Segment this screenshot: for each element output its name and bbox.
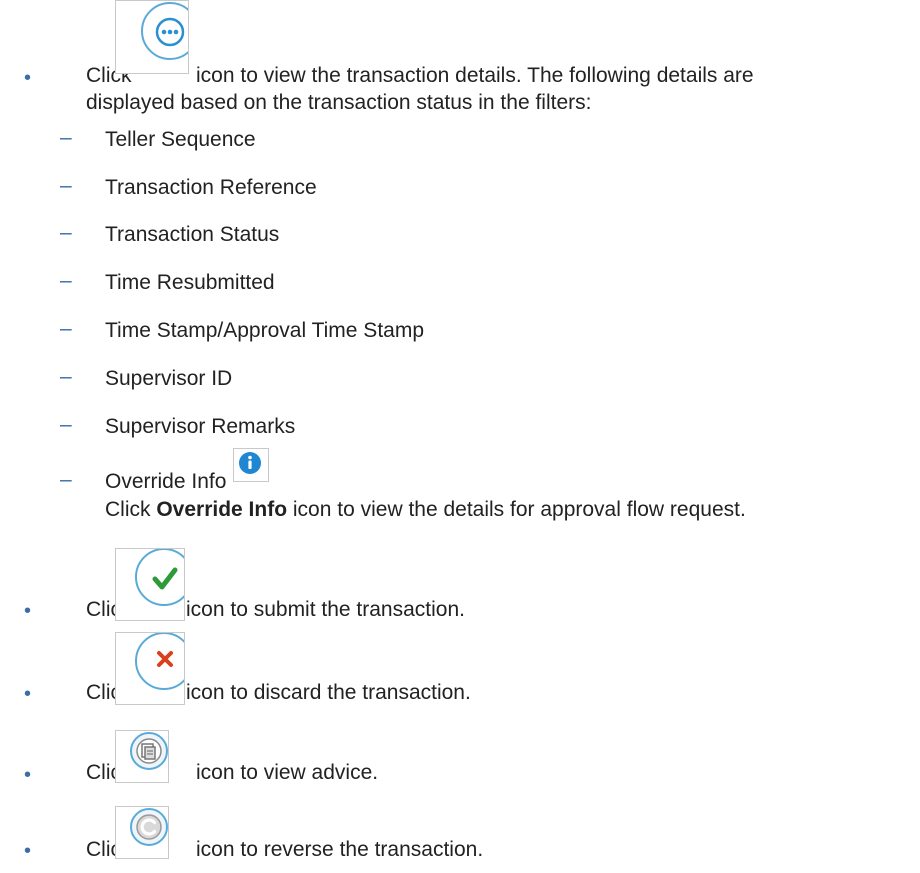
dash: – — [60, 126, 72, 149]
reverse-icon — [130, 808, 168, 846]
submit-button[interactable] — [115, 548, 185, 621]
discard-x-icon — [135, 633, 184, 690]
detail-item: Time Stamp/Approval Time Stamp — [105, 319, 424, 342]
submit-check-icon — [135, 549, 184, 606]
view-details-button[interactable] — [115, 0, 189, 74]
intro-line-2: displayed based on the transaction statu… — [86, 91, 592, 114]
view-advice-icon — [130, 732, 168, 770]
bullet: • — [24, 67, 32, 89]
detail-item: Transaction Reference — [105, 176, 317, 199]
bullet: • — [24, 683, 32, 705]
dash: – — [60, 468, 72, 491]
bullet: • — [24, 600, 32, 622]
view-advice-button[interactable] — [115, 730, 169, 783]
detail-item: Transaction Status — [105, 223, 280, 246]
bullet: • — [24, 840, 32, 862]
override-info-button[interactable] — [233, 448, 269, 482]
action-text-submit: icon to submit the transaction. — [186, 598, 465, 621]
override-note-suffix: icon to view the details for approval fl… — [292, 498, 746, 521]
bullet: • — [24, 764, 32, 786]
override-note-prefix: Click — [105, 498, 151, 521]
detail-item: Supervisor ID — [105, 367, 233, 390]
dash: – — [60, 365, 72, 388]
dash: – — [60, 317, 72, 340]
intro-line-1: icon to view the transaction details. Th… — [196, 64, 754, 87]
info-icon — [239, 452, 261, 474]
detail-item: Supervisor Remarks — [105, 415, 296, 438]
action-text-advice: icon to view advice. — [196, 761, 379, 784]
ellipsis-circle-icon — [141, 2, 188, 60]
override-info-note: Click Override Info icon to view the det… — [105, 496, 746, 524]
action-text-reverse: icon to reverse the transaction. — [196, 838, 484, 861]
detail-item: Time Resubmitted — [105, 271, 275, 294]
discard-button[interactable] — [115, 632, 185, 705]
action-text-discard: icon to discard the transaction. — [186, 681, 471, 704]
reverse-button[interactable] — [115, 806, 169, 859]
dash: – — [60, 413, 72, 436]
detail-item-override-info: Override Info — [105, 470, 227, 493]
dash: – — [60, 174, 72, 197]
override-note-bold: Override Info — [156, 498, 288, 521]
detail-item: Teller Sequence — [105, 128, 256, 151]
dash: – — [60, 221, 72, 244]
dash: – — [60, 269, 72, 292]
